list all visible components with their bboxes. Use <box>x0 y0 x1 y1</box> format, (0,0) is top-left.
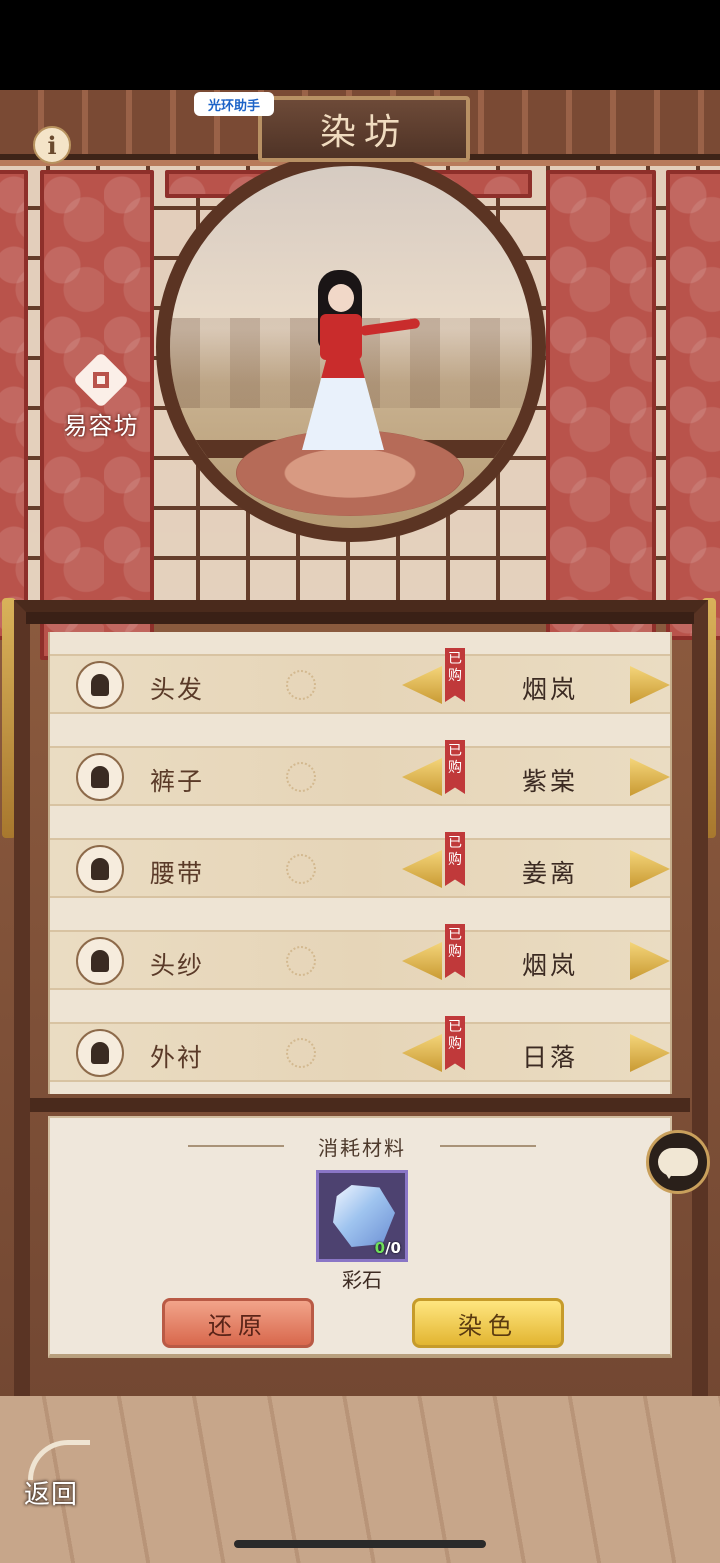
red-banner <box>666 170 720 640</box>
dye-part-row[interactable]: 外衬 已购 日落 <box>50 1016 670 1082</box>
part-name: 头发 <box>150 675 205 704</box>
character-face <box>328 284 354 312</box>
status-bar <box>0 0 720 90</box>
owned-tag: 已购 <box>445 832 465 886</box>
part-name: 外衬 <box>150 1043 205 1072</box>
diamond-icon <box>72 351 130 409</box>
wooden-floor <box>0 1396 720 1563</box>
colored-stone-icon <box>333 1185 395 1247</box>
flower-icon <box>286 854 316 884</box>
owned-tag: 已购 <box>445 648 465 702</box>
dye-part-row[interactable]: 腰带 已购 姜离 <box>50 832 670 898</box>
material-need: /0 <box>385 1239 401 1257</box>
lining-icon <box>76 1029 124 1077</box>
page-title: 染坊 <box>319 112 408 153</box>
next-color-button[interactable] <box>630 758 670 796</box>
dye-part-row[interactable]: 头纱 已购 烟岚 <box>50 924 670 990</box>
next-color-button[interactable] <box>630 1034 670 1072</box>
character-preview[interactable] <box>290 270 421 460</box>
hair-icon <box>76 661 124 709</box>
prev-color-button[interactable] <box>402 1034 442 1072</box>
prev-color-button[interactable] <box>402 942 442 980</box>
part-name: 腰带 <box>150 859 205 888</box>
yirong-shop-button[interactable]: 易容坊 <box>56 351 146 440</box>
material-count: 0/0 <box>375 1239 401 1257</box>
color-name: 姜离 <box>521 859 578 888</box>
color-name: 紫棠 <box>521 767 578 796</box>
character-arm <box>359 317 421 337</box>
material-title: 消耗材料 <box>50 1132 674 1161</box>
character-top <box>320 314 362 360</box>
part-name: 头纱 <box>150 951 205 980</box>
owned-tag: 已购 <box>445 740 465 794</box>
flower-icon <box>286 946 316 976</box>
material-slot[interactable]: 0/0 <box>316 1170 408 1262</box>
home-indicator[interactable] <box>234 1540 486 1548</box>
owned-tag: 已购 <box>445 1016 465 1070</box>
color-name: 烟岚 <box>521 951 578 980</box>
chat-icon <box>658 1148 698 1179</box>
info-icon: i <box>47 130 57 160</box>
helper-badge[interactable]: 光环助手 <box>194 92 274 116</box>
dye-part-list[interactable]: 头发 已购 烟岚 裤子 已购 紫棠 腰带 已购 姜离 头纱 已购 烟岚 外衬 已… <box>48 632 672 1094</box>
yirong-shop-label: 易容坊 <box>63 412 139 440</box>
prev-color-button[interactable] <box>402 758 442 796</box>
red-banner <box>0 170 28 640</box>
character-skirt <box>302 358 384 450</box>
next-color-button[interactable] <box>630 666 670 704</box>
prev-color-button[interactable] <box>402 666 442 704</box>
chat-button[interactable] <box>646 1130 710 1194</box>
dye-part-row[interactable]: 裤子 已购 紫棠 <box>50 740 670 806</box>
cabinet-top-beam <box>26 612 694 624</box>
red-banner <box>546 170 656 660</box>
veil-icon <box>76 937 124 985</box>
cabinet-mid-beam <box>30 1098 690 1112</box>
next-color-button[interactable] <box>630 850 670 888</box>
title-plaque: 染坊 <box>258 96 470 162</box>
belt-icon <box>76 845 124 893</box>
material-name: 彩石 <box>342 1268 382 1292</box>
material-have: 0 <box>374 1239 386 1257</box>
material-panel: 消耗材料 0/0 彩石 还原 染色 <box>48 1116 672 1358</box>
owned-tag: 已购 <box>445 924 465 978</box>
info-button[interactable]: i <box>33 126 71 164</box>
next-color-button[interactable] <box>630 942 670 980</box>
flower-icon <box>286 1038 316 1068</box>
part-name: 裤子 <box>150 767 205 796</box>
prev-color-button[interactable] <box>402 850 442 888</box>
color-name: 日落 <box>521 1043 578 1072</box>
pants-icon <box>76 753 124 801</box>
dye-part-row[interactable]: 头发 已购 烟岚 <box>50 648 670 714</box>
flower-icon <box>286 762 316 792</box>
back-button[interactable]: 返回 <box>20 1440 96 1512</box>
color-name: 烟岚 <box>521 675 578 704</box>
back-label: 返回 <box>24 1480 79 1510</box>
dye-button[interactable]: 染色 <box>412 1298 564 1348</box>
flower-icon <box>286 670 316 700</box>
restore-button[interactable]: 还原 <box>162 1298 314 1348</box>
